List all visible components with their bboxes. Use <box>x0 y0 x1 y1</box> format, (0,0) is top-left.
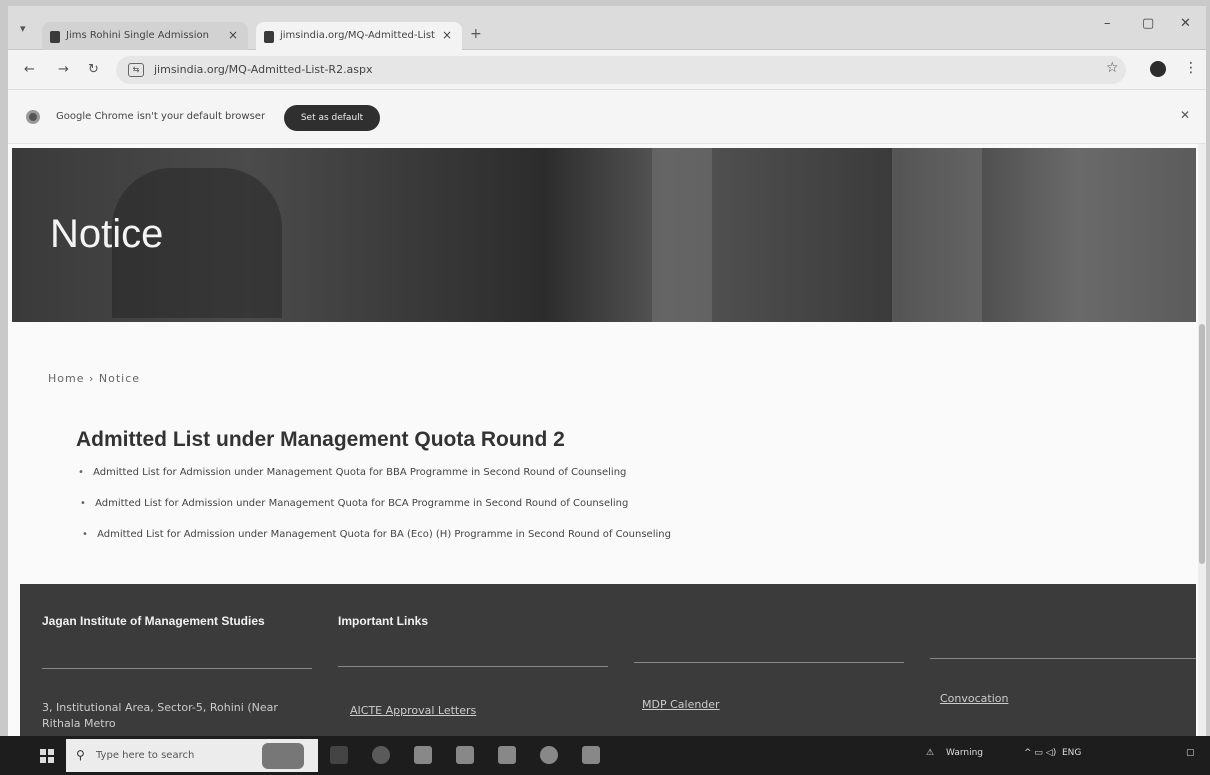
bullet-icon: • <box>80 498 86 509</box>
chrome-taskbar-icon[interactable] <box>540 746 558 764</box>
infobar-message: Google Chrome isn't your default browser <box>56 111 266 122</box>
bullet-icon: • <box>78 467 84 478</box>
close-window-icon[interactable]: ✕ <box>1180 16 1191 31</box>
favicon-icon <box>264 31 274 43</box>
tab-title: jimsindia.org/MQ-Admitted-List <box>280 30 435 41</box>
list-item: • Admitted List for Admission under Mana… <box>80 497 671 528</box>
notice-link[interactable]: Admitted List for Admission under Manage… <box>95 498 628 509</box>
tab-inactive[interactable]: Jims Rohini Single Admission × <box>42 22 248 50</box>
weather-icon[interactable]: ⚠ <box>926 748 934 758</box>
site-info-icon[interactable]: ⇆ <box>128 63 144 77</box>
footer-link-aicte[interactable]: AICTE Approval Letters <box>350 704 476 717</box>
footer-divider <box>930 658 1196 659</box>
notice-list: • Admitted List for Admission under Mana… <box>76 466 671 559</box>
footer-address: 3, Institutional Area, Sector-5, Rohini … <box>42 701 278 730</box>
hero-banner: Notice <box>12 148 1196 322</box>
footer-column-about: Jagan Institute of Management Studies <box>42 614 292 628</box>
hero-image-figure <box>652 148 712 322</box>
mail-icon[interactable] <box>498 746 516 764</box>
notice-link[interactable]: Admitted List for Admission under Manage… <box>93 467 626 478</box>
new-tab-icon[interactable]: + <box>470 26 482 42</box>
address-bar[interactable]: ⇆ jimsindia.org/MQ-Admitted-List-R2.aspx <box>116 56 1126 84</box>
forward-icon[interactable]: → <box>58 62 69 77</box>
search-icon: ⚲ <box>76 748 85 762</box>
windows-start-icon[interactable] <box>40 749 54 763</box>
browser-window: ▾ Jims Rohini Single Admission × jimsind… <box>8 6 1206 736</box>
page-scrollbar[interactable] <box>1198 144 1206 736</box>
breadcrumb[interactable]: Home › Notice <box>48 372 140 385</box>
reload-icon[interactable]: ↻ <box>88 62 99 77</box>
close-icon[interactable]: × <box>442 28 452 42</box>
hero-title: Notice <box>50 212 164 256</box>
set-default-button[interactable]: Set as default <box>284 105 380 131</box>
language-indicator[interactable]: ENG <box>1062 748 1081 758</box>
chrome-icon <box>26 110 40 124</box>
footer-org-name: Jagan Institute of Management Studies <box>42 614 265 628</box>
hero-image-figure <box>892 148 982 322</box>
windows-taskbar: ⚲ Type here to search ⚠ Warning ^ ▭ ◁) E… <box>0 736 1210 775</box>
notice-link[interactable]: Admitted List for Admission under Manage… <box>97 529 671 540</box>
tab-search-icon[interactable]: ▾ <box>20 22 26 35</box>
search-placeholder: Type here to search <box>96 750 195 761</box>
tab-title: Jims Rohini Single Admission <box>66 30 209 41</box>
footer-link-mdp[interactable]: MDP Calender <box>642 698 720 711</box>
list-item: • Admitted List for Admission under Mana… <box>82 528 671 559</box>
notification-icon[interactable]: ▢ <box>1186 748 1195 758</box>
task-view-icon[interactable] <box>330 746 348 764</box>
page-title: Admitted List under Management Quota Rou… <box>76 428 565 451</box>
back-icon[interactable]: ← <box>24 62 35 77</box>
tray-icons[interactable]: ^ ▭ ◁) <box>1024 748 1056 758</box>
tab-strip: ▾ Jims Rohini Single Admission × jimsind… <box>8 6 1206 50</box>
edge-icon[interactable] <box>372 746 390 764</box>
footer-divider <box>634 662 904 663</box>
scrollbar-thumb[interactable] <box>1199 324 1205 564</box>
footer-link-convocation[interactable]: Convocation <box>940 692 1008 705</box>
footer-divider <box>42 668 312 669</box>
favicon-icon <box>50 31 60 43</box>
taskbar-search-input[interactable]: ⚲ Type here to search <box>66 739 318 772</box>
footer-links-heading: Important Links <box>338 614 429 628</box>
app-icon[interactable] <box>582 746 600 764</box>
site-footer: Jagan Institute of Management Studies Im… <box>20 584 1196 736</box>
bullet-icon: • <box>82 529 88 540</box>
list-item: • Admitted List for Admission under Mana… <box>78 466 671 497</box>
footer-column-links: Important Links <box>338 614 598 628</box>
profile-icon[interactable] <box>1150 61 1166 77</box>
store-icon[interactable] <box>456 746 474 764</box>
close-icon[interactable]: × <box>228 28 238 42</box>
maximize-icon[interactable]: ▢ <box>1142 16 1154 31</box>
minimize-icon[interactable]: – <box>1104 16 1111 31</box>
weather-status[interactable]: Warning <box>946 748 983 758</box>
menu-icon[interactable]: ⋮ <box>1184 60 1198 76</box>
file-explorer-icon[interactable] <box>414 746 432 764</box>
tab-active[interactable]: jimsindia.org/MQ-Admitted-List × <box>256 22 462 50</box>
default-browser-infobar: Google Chrome isn't your default browser… <box>8 90 1206 144</box>
bookmark-star-icon[interactable]: ☆ <box>1106 60 1119 76</box>
close-icon[interactable]: ✕ <box>1180 108 1190 122</box>
web-page: Notice Home › Notice Admitted List under… <box>8 144 1198 736</box>
browser-toolbar: ← → ↻ ⇆ jimsindia.org/MQ-Admitted-List-R… <box>8 50 1206 90</box>
footer-divider <box>338 666 608 667</box>
search-highlight-icon <box>262 743 304 769</box>
address-text: jimsindia.org/MQ-Admitted-List-R2.aspx <box>154 63 373 76</box>
